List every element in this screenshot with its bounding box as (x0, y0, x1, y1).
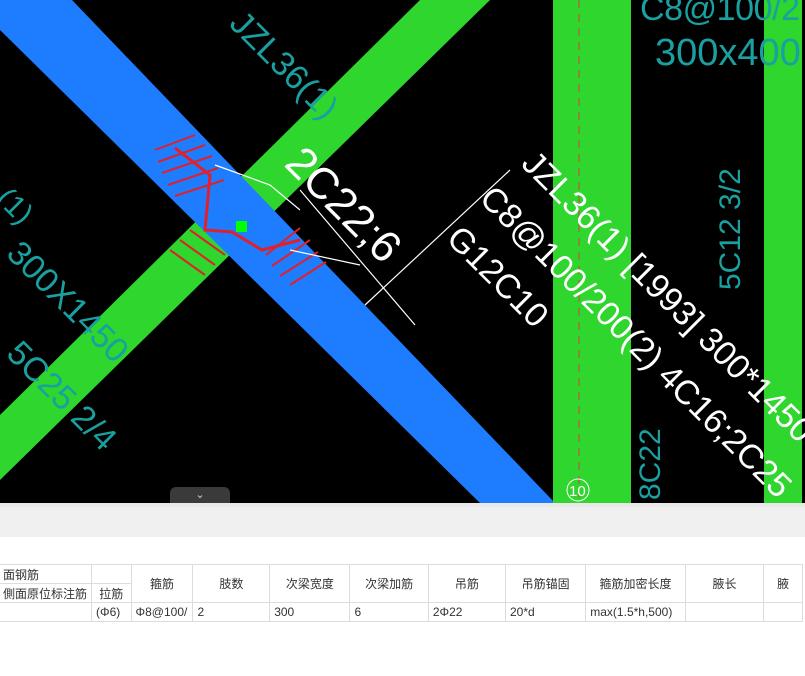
table-row[interactable]: (Φ6) Φ8@100/ 2 300 6 2Φ22 20*d max(1.5*h… (0, 602, 803, 622)
cell-dense-length[interactable]: max(1.5*h,500) (585, 602, 686, 622)
col-header-secondary-add[interactable]: 次梁加筋 (349, 564, 429, 603)
cell-haunch[interactable] (763, 602, 803, 622)
cell-legs[interactable]: 2 (192, 602, 271, 622)
panel-collapse-handle[interactable]: ⌄ (170, 487, 230, 503)
col-header-tie[interactable]: 拉筋 (91, 583, 132, 603)
col-header-secondary-width[interactable]: 次梁宽度 (269, 564, 351, 603)
left-partial-label: (1) (0, 182, 39, 231)
diagonal-beam-cyan-label: JZL36(1) (222, 4, 345, 127)
vertical-rebar-label: 5C12 3/2 (714, 168, 747, 290)
col-header-hanger-anchor[interactable]: 吊筋锚固 (504, 564, 587, 603)
cell-haunch-length[interactable] (684, 602, 765, 622)
group-header-side-rebar: 側面原位标注筋 (0, 583, 93, 603)
bottom-partial-label: 8C22 (634, 428, 667, 500)
chevron-down-icon: ⌄ (195, 489, 205, 501)
rebar-parameter-table: 面钢筋 箍筋 肢数 次梁宽度 次梁加筋 吊筋 吊筋锚固 箍筋加密长度 腋长 腋 … (0, 564, 803, 622)
col-header-dense-length[interactable]: 箍筋加密长度 (585, 564, 686, 603)
cell-hanger-anchor[interactable]: 20*d (504, 602, 587, 622)
cell-secondary-add[interactable]: 6 (349, 602, 429, 622)
selection-grip[interactable] (236, 221, 247, 232)
top-right-partial-label: C8@100/2 (640, 0, 800, 28)
cad-drawing-canvas[interactable]: C8@100/2 300x400 5C12 3/2 JZL36(1) 300X1… (0, 0, 805, 503)
col-header-stirrup[interactable]: 箍筋 (130, 564, 194, 603)
property-panel-toolbar (0, 507, 805, 538)
property-grid: 面钢筋 箍筋 肢数 次梁宽度 次梁加筋 吊筋 吊筋锚固 箍筋加密长度 腋长 腋 … (0, 537, 805, 676)
cell-hanger[interactable]: 2Φ22 (427, 602, 507, 622)
axis-number: 10 (569, 483, 586, 500)
col-header-legs[interactable]: 肢数 (192, 564, 271, 603)
cell-stirrup[interactable]: Φ8@100/ (130, 602, 194, 622)
col-header-haunch-length[interactable]: 腋长 (684, 564, 765, 603)
group-header-face-rebar: 面钢筋 (0, 564, 93, 584)
dim-label-300x400: 300x400 (655, 32, 801, 74)
cell-side-rebar[interactable] (0, 602, 93, 622)
col-header-haunch[interactable]: 腋 (763, 564, 803, 603)
cell-tie[interactable]: (Φ6) (91, 602, 132, 622)
cell-secondary-width[interactable]: 300 (269, 602, 351, 622)
col-header-hanger[interactable]: 吊筋 (427, 564, 507, 603)
